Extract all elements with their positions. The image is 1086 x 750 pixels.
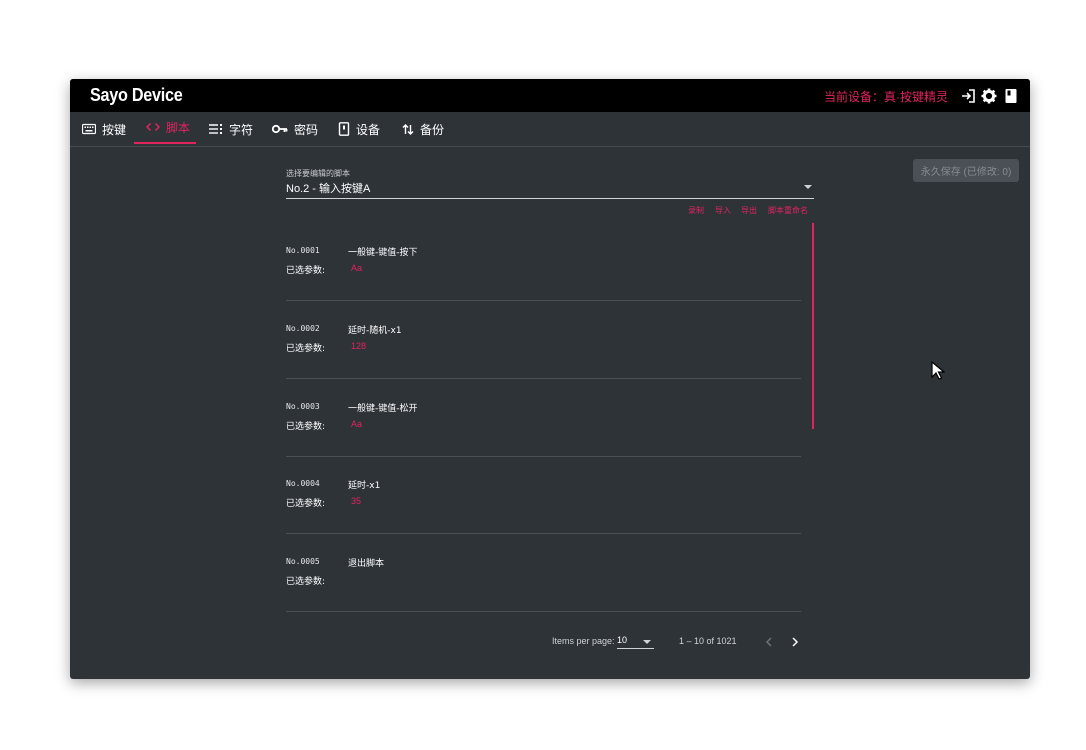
- tab-characters[interactable]: 字符: [208, 112, 260, 146]
- code-icon: [146, 122, 160, 132]
- swap-vertical-icon: [402, 123, 414, 135]
- param-label: 已选参数:: [286, 266, 326, 276]
- list-item[interactable]: No.0003 一般键-键值-松开 已选参数: Aa: [286, 379, 801, 457]
- next-page-icon[interactable]: [788, 635, 802, 649]
- items-per-page-label: Items per page:: [552, 636, 615, 646]
- rename-script-link[interactable]: 脚本重命名: [768, 205, 808, 216]
- step-number: No.0001: [286, 246, 320, 255]
- tab-label: 备份: [420, 122, 445, 137]
- app-window: Sayo Device 当前设备：真·按键精灵 按键 脚本 字符 密码 设备 备…: [70, 79, 1030, 679]
- param-label: 已选参数:: [286, 577, 326, 587]
- top-bar: Sayo Device 当前设备：真·按键精灵: [70, 79, 1030, 112]
- tab-label: 设备: [356, 122, 381, 137]
- page-range-label: 1 – 10 of 1021: [679, 636, 737, 646]
- tab-device[interactable]: 设备: [338, 112, 394, 146]
- tab-label: 字符: [229, 122, 254, 137]
- step-number: No.0004: [286, 479, 320, 488]
- tab-backup[interactable]: 备份: [402, 112, 458, 146]
- scrollbar[interactable]: [812, 223, 814, 429]
- step-number: No.0002: [286, 324, 320, 333]
- script-select-label: 选择要编辑的脚本: [286, 169, 350, 178]
- keyboard-icon: [82, 123, 96, 135]
- tab-label: 脚本: [166, 120, 191, 135]
- items-per-page-select[interactable]: 10: [617, 635, 654, 649]
- key-icon: [272, 124, 288, 134]
- login-icon[interactable]: [960, 88, 976, 104]
- record-link[interactable]: 录制: [688, 205, 704, 216]
- permanent-save-button[interactable]: 永久保存 (已修改: 0): [913, 159, 1019, 182]
- step-name: 延时-x1: [348, 481, 381, 491]
- step-name: 一般键-键值-按下: [348, 248, 418, 258]
- param-value: Aa: [351, 419, 363, 429]
- dropdown-arrow-icon: [643, 640, 651, 644]
- previous-page-icon[interactable]: [762, 635, 776, 649]
- step-name: 延时-随机-x1: [348, 326, 402, 336]
- list-item[interactable]: No.0002 延时-随机-x1 已选参数: 128: [286, 301, 801, 379]
- param-value: 35: [351, 496, 362, 506]
- tab-label: 按键: [102, 122, 127, 137]
- mouse-cursor-icon: [931, 361, 945, 380]
- tab-scripts[interactable]: 脚本: [134, 112, 196, 144]
- step-number: No.0005: [286, 557, 320, 566]
- export-link[interactable]: 导出: [741, 205, 757, 216]
- step-name: 一般键-键值-松开: [348, 404, 418, 414]
- list-icon: [209, 124, 222, 134]
- tab-passwords[interactable]: 密码: [272, 112, 328, 146]
- import-link[interactable]: 导入: [715, 205, 731, 216]
- brand-title: Sayo Device: [90, 85, 183, 105]
- list-item[interactable]: No.0005 退出脚本 已选参数:: [286, 534, 801, 612]
- select-underline: [286, 198, 814, 199]
- tab-keys[interactable]: 按键: [82, 112, 134, 146]
- dropdown-arrow-icon[interactable]: [804, 185, 812, 189]
- param-value: 128: [351, 341, 367, 351]
- tab-label: 密码: [294, 122, 319, 137]
- script-step-list: No.0001 一般键-键值-按下 已选参数: Aa No.0002 延时-随机…: [286, 223, 801, 612]
- list-item[interactable]: No.0004 延时-x1 已选参数: 35: [286, 456, 801, 534]
- step-name: 退出脚本: [348, 559, 385, 569]
- tab-bar: 按键 脚本 字符 密码 设备 备份: [70, 112, 1030, 147]
- step-number: No.0003: [286, 402, 320, 411]
- list-item[interactable]: No.0001 一般键-键值-按下 已选参数: Aa: [286, 223, 801, 301]
- param-value: Aa: [351, 263, 363, 273]
- gear-icon[interactable]: [981, 88, 997, 104]
- current-device-label: 当前设备：真·按键精灵: [824, 90, 948, 104]
- device-icon: [338, 122, 350, 136]
- param-label: 已选参数:: [286, 344, 326, 354]
- script-select[interactable]: No.2 - 输入按键A: [286, 180, 370, 196]
- book-icon[interactable]: [1003, 88, 1019, 104]
- items-per-page-value: 10: [617, 635, 628, 645]
- param-label: 已选参数:: [286, 422, 326, 432]
- param-label: 已选参数:: [286, 499, 326, 509]
